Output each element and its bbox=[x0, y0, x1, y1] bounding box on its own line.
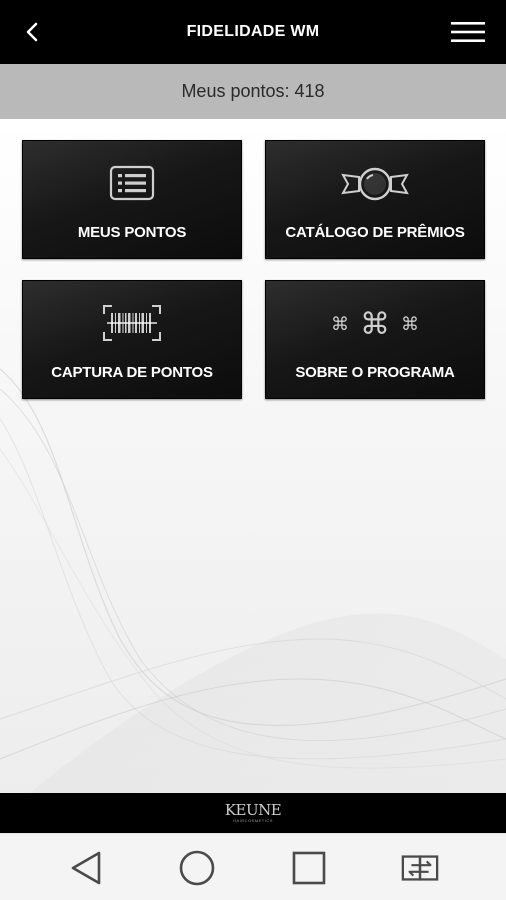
barcode-scan-icon bbox=[102, 303, 162, 343]
logo-text: KEUNE bbox=[224, 800, 282, 819]
list-icon bbox=[109, 163, 155, 203]
svg-text:⌘: ⌘ bbox=[401, 314, 419, 335]
prize-ribbon-icon bbox=[341, 163, 409, 203]
keune-logo: KEUNE HAIRCOSMETICS bbox=[224, 800, 282, 824]
app-header: FIDELIDADE WM bbox=[0, 0, 506, 64]
recents-square-icon bbox=[292, 851, 326, 885]
home-circle-icon bbox=[179, 850, 215, 886]
svg-text:⌘: ⌘ bbox=[331, 314, 349, 335]
points-summary-text: Meus pontos: 418 bbox=[181, 81, 325, 101]
svg-text:⌘: ⌘ bbox=[360, 307, 390, 340]
logo-subtext: HAIRCOSMETICS bbox=[233, 817, 273, 823]
back-button[interactable] bbox=[14, 16, 50, 48]
tile-label: SOBRE O PROGRAMA bbox=[295, 364, 455, 381]
tile-label: MEUS PONTOS bbox=[77, 224, 187, 241]
system-home-button[interactable] bbox=[177, 848, 217, 888]
tile-label: CAPTURA DE PONTOS bbox=[51, 364, 213, 381]
main-content: MEUS PONTOS CATÁLOGO DE PRÊMIOS CAPTURA … bbox=[0, 119, 506, 793]
switch-app-icon bbox=[401, 855, 439, 881]
brand-footer: KEUNE HAIRCOSMETICS bbox=[0, 793, 506, 833]
points-summary-bar: Meus pontos: 418 bbox=[0, 64, 506, 119]
tile-meus-pontos[interactable]: MEUS PONTOS bbox=[22, 140, 242, 259]
system-switch-app-button[interactable] bbox=[400, 848, 440, 888]
tile-captura-de-pontos[interactable]: CAPTURA DE PONTOS bbox=[22, 280, 242, 399]
system-navigation-bar bbox=[0, 833, 506, 900]
menu-button[interactable] bbox=[448, 14, 488, 50]
page-title: FIDELIDADE WM bbox=[186, 23, 320, 40]
system-recents-button[interactable] bbox=[289, 848, 329, 888]
system-back-button[interactable] bbox=[66, 848, 106, 888]
tile-label: CATÁLOGO DE PRÊMIOS bbox=[285, 224, 465, 241]
chevron-left-icon bbox=[26, 22, 38, 42]
command-icon: ⌘ ⌘ ⌘ bbox=[330, 303, 420, 343]
back-triangle-icon bbox=[71, 851, 101, 885]
tile-catalogo-de-premios[interactable]: CATÁLOGO DE PRÊMIOS bbox=[265, 140, 485, 259]
hamburger-menu-icon bbox=[451, 22, 485, 42]
tile-sobre-o-programa[interactable]: ⌘ ⌘ ⌘ SOBRE O PROGRAMA bbox=[265, 280, 485, 399]
